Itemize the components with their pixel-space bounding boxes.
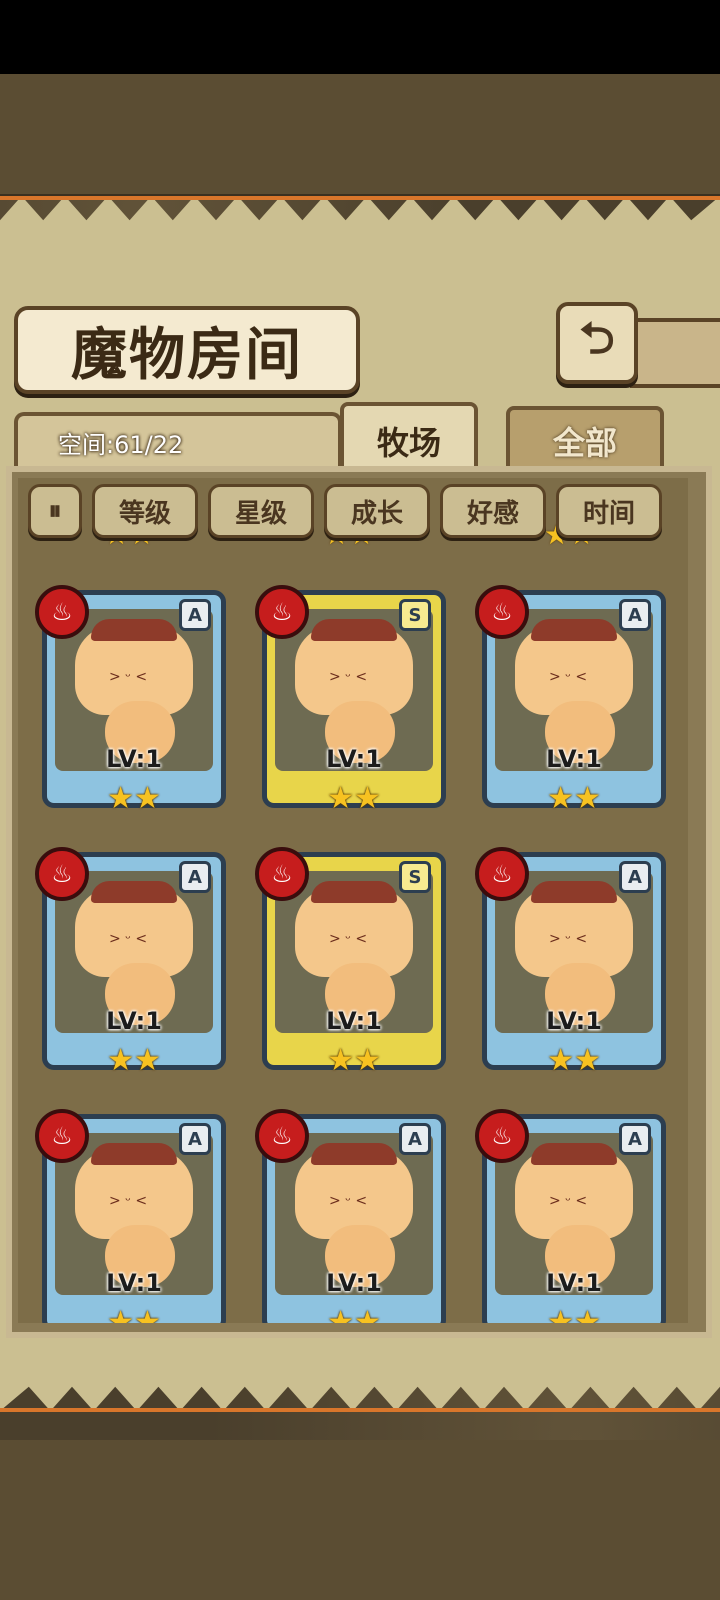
fire-icon: ♨ bbox=[35, 847, 89, 901]
fire-icon: ♨ bbox=[35, 585, 89, 639]
rank-badge: A bbox=[619, 1123, 651, 1155]
back-button-bar bbox=[630, 318, 720, 388]
rank-badge: A bbox=[399, 1123, 431, 1155]
rank-badge: A bbox=[179, 861, 211, 893]
monster-card[interactable]: > ᵕ < ♨ A LV:1 ★★ bbox=[475, 585, 666, 816]
fire-icon: ♨ bbox=[475, 847, 529, 901]
rank-badge: A bbox=[179, 599, 211, 631]
back-button[interactable]: ⮌ bbox=[556, 302, 638, 384]
sort-growth-button[interactable]: 成长 bbox=[324, 484, 430, 538]
monster-level: LV:1 bbox=[106, 1007, 162, 1035]
page-title-text: 魔物房间 bbox=[71, 321, 303, 388]
fire-icon: ♨ bbox=[475, 585, 529, 639]
tab-all[interactable]: 全部 bbox=[506, 406, 664, 472]
sort-bar: ⏸ 等级 星级 成长 好感 时间 bbox=[28, 484, 662, 538]
star-rating: ★★ bbox=[107, 1043, 161, 1078]
star-rating: ★★ bbox=[327, 781, 381, 816]
sort-star-button[interactable]: 星级 bbox=[208, 484, 314, 538]
monster-level: LV:1 bbox=[326, 1007, 382, 1035]
sort-order-button[interactable]: ⏸ bbox=[28, 484, 82, 538]
monster-level: LV:1 bbox=[546, 1269, 602, 1297]
monster-card[interactable]: > ᵕ < ♨ S LV:1 ★★ bbox=[255, 847, 446, 1078]
monster-level: LV:1 bbox=[326, 1269, 382, 1297]
bottom-map-strip bbox=[0, 1440, 720, 1600]
rank-badge: A bbox=[619, 861, 651, 893]
space-counter: 空间:61/22 bbox=[58, 431, 184, 459]
rank-badge: S bbox=[399, 599, 431, 631]
monster-card[interactable]: > ᵕ < ♨ A LV:1 ★★ bbox=[255, 1109, 446, 1323]
panel-bottom-edge bbox=[0, 1408, 720, 1412]
monster-card[interactable]: > ᵕ < ♨ A LV:1 ★★ bbox=[35, 847, 226, 1078]
monster-level: LV:1 bbox=[546, 1007, 602, 1035]
rank-badge: A bbox=[619, 599, 651, 631]
monster-card[interactable]: > ᵕ < ♨ A LV:1 ★★ bbox=[475, 847, 666, 1078]
fire-icon: ♨ bbox=[255, 585, 309, 639]
star-rating: ★★ bbox=[547, 1043, 601, 1078]
star-rating: ★★ bbox=[547, 1305, 601, 1323]
top-map-strip bbox=[0, 74, 720, 198]
sort-level-button[interactable]: 等级 bbox=[92, 484, 198, 538]
rank-badge: S bbox=[399, 861, 431, 893]
sort-order-icon: ⏸ bbox=[48, 495, 62, 526]
star-rating: ★★ bbox=[107, 781, 161, 816]
tab-ranch[interactable]: 牧场 bbox=[340, 402, 478, 476]
monster-level: LV:1 bbox=[106, 1269, 162, 1297]
fire-icon: ♨ bbox=[255, 1109, 309, 1163]
star-rating: ★★ bbox=[327, 1305, 381, 1323]
back-arrow-icon: ⮌ bbox=[579, 312, 615, 364]
monster-card[interactable]: > ᵕ < ♨ A LV:1 ★★ bbox=[35, 1109, 226, 1323]
star-rating: ★★ bbox=[547, 781, 601, 816]
status-bar bbox=[0, 0, 720, 74]
page-title: 魔物房间 bbox=[14, 306, 360, 394]
fire-icon: ♨ bbox=[475, 1109, 529, 1163]
monster-card[interactable]: > ᵕ < ♨ A LV:1 ★★ bbox=[35, 585, 226, 816]
sort-time-button[interactable]: 时间 bbox=[556, 484, 662, 538]
star-rating: ★★ bbox=[107, 1305, 161, 1323]
monster-card[interactable]: > ᵕ < ♨ A LV:1 ★★ bbox=[475, 1109, 666, 1323]
monster-level: LV:1 bbox=[546, 745, 602, 773]
monster-list[interactable]: ★★ ★★ ★★ > ᵕ < ♨ A LV:1 ★★ > ᵕ < ♨ S LV:… bbox=[18, 478, 688, 1323]
star-rating: ★★ bbox=[327, 1043, 381, 1078]
monster-level: LV:1 bbox=[326, 745, 382, 773]
rank-badge: A bbox=[179, 1123, 211, 1155]
fire-icon: ♨ bbox=[35, 1109, 89, 1163]
monster-level: LV:1 bbox=[106, 745, 162, 773]
sort-affection-button[interactable]: 好感 bbox=[440, 484, 546, 538]
panel-top-edge bbox=[0, 196, 720, 200]
fire-icon: ♨ bbox=[255, 847, 309, 901]
monster-card[interactable]: > ᵕ < ♨ S LV:1 ★★ bbox=[255, 585, 446, 816]
